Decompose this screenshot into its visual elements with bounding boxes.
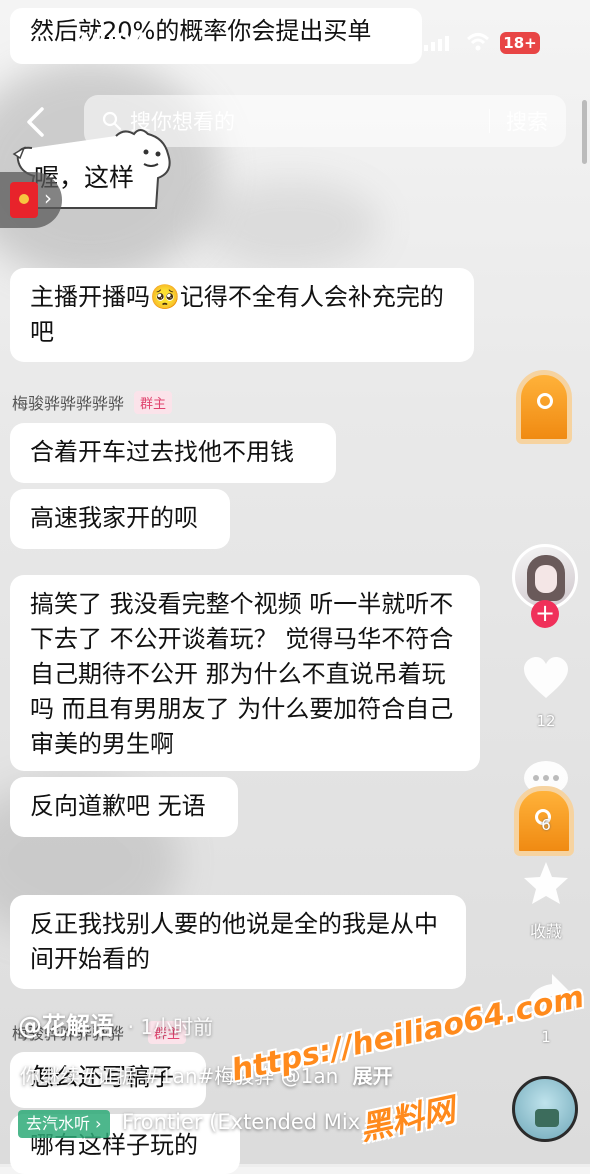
favorite-label: 收藏: [529, 922, 562, 941]
sender-label: 梅骏骅骅骅骅骅 群主: [12, 390, 173, 414]
background-smear: [200, 180, 380, 270]
message-bubble: 高速我家开的呗: [10, 489, 230, 549]
scrollbar[interactable]: [582, 100, 587, 164]
sender-name: 梅骏骅骅骅骅骅: [12, 394, 125, 413]
signal-icon: [424, 36, 449, 51]
like-count: 12: [536, 712, 556, 730]
message-text: 反正我找别人要的他说是全的我是从中间开始看的: [30, 910, 438, 973]
music-tag[interactable]: 去汽水听 ›: [18, 1110, 110, 1138]
video-author-line: @花解语 · 1小时前: [18, 1006, 213, 1041]
message-text: 反向道歉吧 无语: [30, 792, 206, 820]
watermark-name: 黑料网: [356, 1090, 459, 1148]
message-bubble: 反正我找别人要的他说是全的我是从中间开始看的: [10, 895, 466, 989]
battery-text: 18+: [503, 34, 537, 52]
battery-icon: 18+: [500, 32, 540, 54]
wifi-icon: [466, 33, 490, 51]
status-time: 18:07: [76, 30, 147, 55]
follow-plus-icon[interactable]: +: [531, 600, 559, 628]
expand-link[interactable]: 展开: [353, 1064, 393, 1088]
message-text: 主播开播吗: [30, 283, 150, 311]
comment-count: 6: [541, 816, 551, 834]
message-bubble: 反向道歉吧 无语: [10, 777, 238, 837]
heart-icon[interactable]: [522, 656, 570, 700]
door-icon[interactable]: [516, 370, 572, 444]
music-tag-label: 去汽水听: [26, 1114, 91, 1133]
message-bubble: 主播开播吗🥺记得不全有人会补充完的吧: [10, 268, 474, 362]
music-disc-icon[interactable]: [512, 1076, 578, 1142]
message-bubble: 然后就20%的概率你会提出买单: [10, 8, 422, 64]
group-owner-badge: 群主: [134, 390, 173, 414]
search-input[interactable]: 搜你想看的: [130, 106, 489, 136]
author-name[interactable]: @花解语: [18, 1012, 114, 1040]
crying-face-emoji: 🥺: [150, 283, 180, 311]
message-text: 搞笑了 我没看完整个视频 听一半就听不下去了 不公开谈着玩？ 觉得马华不符合自己…: [30, 590, 454, 758]
chevron-right-icon: ›: [95, 1114, 102, 1133]
share-count: 1: [541, 1028, 551, 1046]
red-packet-icon: [10, 182, 38, 218]
search-button[interactable]: 搜索: [490, 106, 566, 136]
message-text: 合着开车过去找他不用钱: [30, 438, 294, 466]
message-bubble: 合着开车过去找他不用钱: [10, 423, 336, 483]
music-title[interactable]: Frontier (Extended Mix: [122, 1110, 360, 1134]
post-time: · 1小时前: [127, 1015, 214, 1039]
chevron-right-icon: ›: [44, 186, 52, 210]
red-packet-widget[interactable]: ›: [0, 172, 62, 228]
message-text: 高速我家开的呗: [30, 504, 198, 532]
star-icon[interactable]: [522, 860, 570, 906]
message-bubble: 搞笑了 我没看完整个视频 听一半就听不下去了 不公开谈着玩？ 觉得马华不符合自己…: [10, 575, 480, 771]
